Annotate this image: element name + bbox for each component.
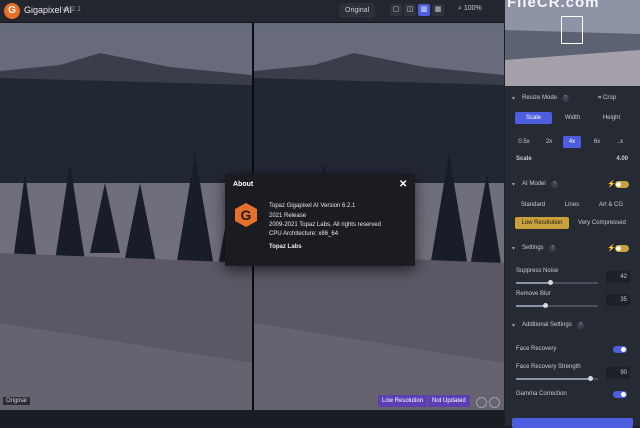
scale-label: Scale — [516, 156, 532, 162]
gamma-correction-toggle[interactable] — [613, 391, 627, 398]
slider-fill — [516, 378, 590, 380]
settings-auto-toggle[interactable] — [615, 245, 629, 252]
single-view-icon[interactable]: ▢ — [390, 4, 402, 16]
status-badge-low-resolution: Low Resolution — [378, 395, 428, 407]
face-recovery-label: Face Recovery — [516, 346, 557, 352]
help-icon[interactable]: ? — [549, 245, 556, 252]
side-by-side-icon[interactable]: ◫ — [404, 4, 416, 16]
slider-fill — [516, 305, 545, 307]
about-version-line: Topaz Gigapixel AI Version 6.2.1 — [269, 203, 356, 209]
model-standard[interactable]: Standard — [515, 199, 551, 211]
about-copyright-line: 2009-2021 Topaz Labs, All rights reserve… — [269, 222, 381, 228]
tab-width[interactable]: Width — [554, 112, 591, 124]
scale-option-6x[interactable]: 6x — [588, 136, 606, 148]
type-low-resolution[interactable]: Low Resolution — [515, 217, 569, 229]
navigator-thumbnail[interactable] — [505, 0, 640, 86]
app-version: v6.2.1 — [62, 6, 82, 13]
toggle-knob — [621, 392, 626, 397]
scale-option-2x[interactable]: 2x — [540, 136, 558, 148]
bottom-bar — [0, 411, 505, 426]
original-pane-label: Original — [3, 397, 30, 405]
suppress-noise-label: Suppress Noise — [516, 268, 559, 274]
slider-handle[interactable] — [542, 303, 548, 308]
save-button[interactable] — [512, 418, 633, 428]
split-view-icon[interactable]: ▥ — [418, 4, 430, 16]
face-recovery-toggle[interactable] — [613, 346, 627, 353]
scale-option-0-5x[interactable]: 0.5x — [515, 136, 533, 148]
navigator-viewport[interactable] — [561, 16, 583, 44]
tab-scale[interactable]: Scale — [515, 112, 552, 124]
face-strength-label: Face Recovery Strength — [516, 364, 581, 370]
type-very-compressed[interactable]: Very Compressed — [574, 217, 630, 229]
chevron-down-icon[interactable]: ▾ — [512, 95, 515, 102]
zoom-value: 100% — [463, 5, 482, 12]
model-lines[interactable]: Lines — [555, 199, 589, 211]
toggle-knob — [616, 246, 621, 251]
face-icon[interactable] — [489, 397, 500, 408]
crop-button[interactable]: ⌗ Crop — [598, 95, 616, 102]
resize-mode-title: Resize Mode — [522, 95, 558, 101]
gigapixel-logo-icon: G — [235, 203, 257, 227]
topaz-labs-link[interactable]: Topaz Labs — [269, 244, 302, 250]
toggle-knob — [616, 182, 621, 187]
about-dialog: About ✕ G Topaz Gigapixel AI Version 6.2… — [225, 174, 415, 266]
close-icon[interactable]: ✕ — [399, 179, 407, 190]
scale-value[interactable]: 4.00 — [600, 156, 628, 162]
help-icon[interactable]: ? — [551, 181, 558, 188]
help-icon[interactable]: ? — [562, 95, 569, 102]
about-release-line: 2021 Release — [269, 213, 307, 219]
scale-option-4x[interactable]: 4x — [563, 136, 581, 148]
settings-title: Settings — [522, 245, 544, 251]
toggle-knob — [621, 347, 626, 352]
status-badge-not-updated: Not Updated — [428, 395, 470, 407]
additional-settings-title: Additional Settings — [522, 322, 572, 328]
slider-handle[interactable] — [587, 376, 593, 381]
app-logo-icon: G — [4, 3, 20, 19]
slider-fill — [516, 282, 551, 284]
chevron-down-icon[interactable]: ▾ — [512, 181, 515, 188]
chevron-down-icon[interactable]: ▾ — [512, 322, 515, 329]
svg-text:G: G — [241, 207, 252, 223]
chevron-down-icon[interactable]: ▾ — [512, 245, 515, 252]
suppress-noise-slider[interactable] — [516, 280, 598, 285]
crop-label: Crop — [603, 95, 617, 101]
face-strength-value[interactable]: 90 — [606, 367, 630, 379]
tab-height[interactable]: Height — [593, 112, 630, 124]
compare-icon[interactable] — [476, 397, 487, 408]
scale-option-custom[interactable]: ..x — [611, 136, 629, 148]
gamma-correction-label: Gamma Correction — [516, 391, 567, 397]
original-toggle-button[interactable]: Original — [339, 3, 376, 18]
zoom-level[interactable]: ⌕ 100% — [458, 5, 482, 13]
remove-blur-slider[interactable] — [516, 303, 598, 308]
ai-model-auto-toggle[interactable] — [615, 181, 629, 188]
about-dialog-title: About — [233, 181, 254, 188]
model-art-cg[interactable]: Art & CG — [593, 199, 629, 211]
quad-view-icon[interactable]: ▦ — [432, 4, 444, 16]
help-icon[interactable]: ? — [577, 322, 584, 329]
remove-blur-value[interactable]: 35 — [606, 294, 630, 306]
watermark-text: FileCR.com — [507, 0, 600, 11]
ai-model-title: AI Model — [522, 181, 546, 187]
remove-blur-label: Remove Blur — [516, 291, 551, 297]
suppress-noise-value[interactable]: 42 — [606, 271, 630, 283]
about-cpu-line: CPU Architecture: x86_64 — [269, 231, 339, 237]
face-strength-slider[interactable] — [516, 376, 598, 381]
